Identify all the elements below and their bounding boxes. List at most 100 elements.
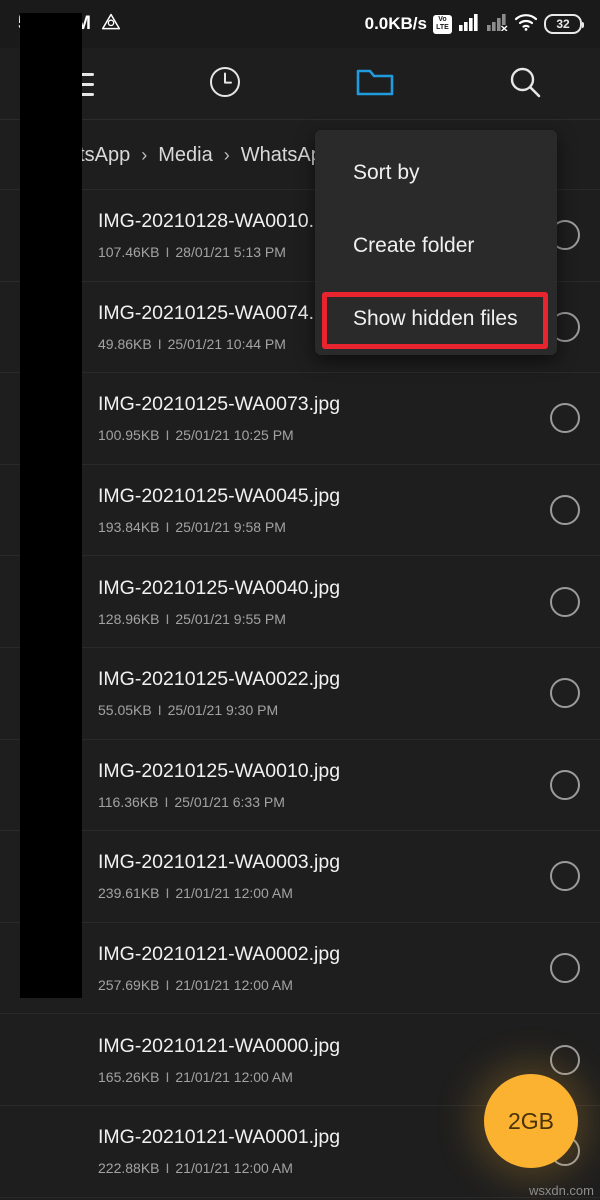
status-bar-right: 0.0KB/s Vo LTE 32 — [364, 13, 584, 36]
file-size: 257.69KB — [98, 977, 160, 994]
search-icon — [507, 64, 543, 105]
meta-separator: I — [165, 977, 170, 994]
file-name: IMG-20210125-WA0073.jpg — [98, 393, 341, 416]
file-row[interactable]: IMG-20210125-WA0040.jpg 128.96KB I 25/01/21… — [0, 556, 600, 648]
battery-indicator: 32 — [544, 14, 584, 34]
file-date: 25/01/21 9:58 PM — [175, 519, 286, 536]
file-date: 25/01/21 9:55 PM — [175, 610, 286, 627]
file-manager-screen: 5:36 PM 0.0KB/s Vo LTE — [0, 0, 600, 1200]
file-meta: 128.96KB I 25/01/21 9:55 PM — [98, 611, 536, 627]
chevron-right-icon: › — [141, 144, 148, 165]
folder-tab-button[interactable] — [300, 48, 450, 120]
file-row-texts: IMG-20210121-WA0003.jpg 239.61KB I 21/01/21… — [98, 851, 536, 901]
file-meta: 55.05KB I 25/01/21 9:30 PM — [98, 702, 536, 718]
volte-icon: Vo LTE — [433, 14, 452, 34]
file-name: IMG-20210125-WA0040.jpg — [98, 576, 341, 599]
file-date: 25/01/21 10:44 PM — [167, 335, 286, 352]
file-row[interactable]: IMG-20210125-WA0022.jpg 55.05KB I 25/01/21 … — [0, 648, 600, 740]
meta-separator: I — [165, 519, 170, 536]
folder-icon — [355, 65, 395, 104]
file-row[interactable]: IMG-20210125-WA0010.jpg 116.36KB I 25/01/21… — [0, 740, 600, 832]
volte-top: Vo — [438, 16, 447, 23]
file-row[interactable]: IMG-20210125-WA0045.jpg 193.84KB I 25/01/21… — [0, 465, 600, 557]
menu-item-show-hidden-files[interactable]: Show hidden files — [315, 282, 557, 355]
signal-bars-icon — [458, 13, 480, 36]
menu-item-create-folder[interactable]: Create folder — [315, 209, 557, 282]
file-select-radio[interactable] — [550, 769, 580, 800]
menu-item-label: Show hidden files — [353, 306, 518, 330]
search-button[interactable] — [450, 48, 600, 120]
file-row-texts: IMG-20210121-WA0000.jpg 165.26KB I 21/01/21… — [98, 1035, 536, 1085]
volte-bottom: LTE — [436, 24, 449, 31]
file-name: IMG-20210121-WA0003.jpg — [98, 851, 341, 874]
file-size: 239.61KB — [98, 885, 160, 902]
file-size: 193.84KB — [98, 519, 160, 536]
menu-item-sort-by[interactable]: Sort by — [315, 136, 557, 209]
file-row[interactable]: IMG-20210121-WA0003.jpg 239.61KB I 21/01/21… — [0, 831, 600, 923]
file-meta: 100.95KB I 25/01/21 10:25 PM — [98, 427, 536, 443]
file-row-texts: IMG-20210125-WA0040.jpg 128.96KB I 25/01/21… — [98, 577, 536, 627]
menu-item-label: Sort by — [353, 160, 420, 184]
file-size: 165.26KB — [98, 1068, 160, 1085]
storage-fab-button[interactable]: 2GB — [484, 1074, 578, 1168]
file-row-texts: IMG-20210121-WA0001.jpg 222.88KB I 21/01/21… — [98, 1126, 536, 1176]
file-name: IMG-20210125-WA0045.jpg — [98, 485, 341, 508]
file-name: IMG-20210121-WA0001.jpg — [98, 1126, 341, 1149]
file-date: 21/01/21 12:00 AM — [175, 1160, 293, 1177]
file-size: 55.05KB — [98, 702, 152, 719]
file-name: IMG-20210125-WA0010.jpg — [98, 759, 341, 782]
file-row-texts: IMG-20210121-WA0002.jpg 257.69KB I 21/01/21… — [98, 943, 536, 993]
meta-separator: I — [165, 427, 170, 444]
file-row-texts: IMG-20210125-WA0010.jpg 116.36KB I 25/01/21… — [98, 760, 536, 810]
file-meta: 193.84KB I 25/01/21 9:58 PM — [98, 519, 536, 535]
file-row-texts: IMG-20210125-WA0022.jpg 55.05KB I 25/01/21 … — [98, 668, 536, 718]
meta-separator: I — [157, 335, 162, 352]
meta-separator: I — [165, 885, 170, 902]
meta-separator: I — [165, 244, 170, 261]
file-size: 107.46KB — [98, 244, 160, 261]
file-size: 49.86KB — [98, 335, 152, 352]
redacted-thumbnail-strip — [20, 13, 82, 998]
file-select-radio[interactable] — [550, 495, 580, 526]
file-row[interactable]: IMG-20210121-WA0002.jpg 257.69KB I 21/01/21… — [0, 923, 600, 1015]
file-size: 222.88KB — [98, 1160, 160, 1177]
file-date: 21/01/21 12:00 AM — [175, 885, 293, 902]
file-size: 100.95KB — [98, 427, 160, 444]
meta-separator: I — [165, 1068, 170, 1085]
signal-bars-disabled-icon — [486, 13, 508, 36]
file-name: IMG-20210121-WA0002.jpg — [98, 943, 341, 966]
file-meta: 257.69KB I 21/01/21 12:00 AM — [98, 977, 536, 993]
clock-icon — [208, 65, 242, 104]
network-speed: 0.0KB/s — [364, 14, 427, 33]
file-date: 21/01/21 12:00 AM — [175, 977, 293, 994]
meta-separator: I — [164, 793, 169, 810]
file-name: IMG-20210125-WA0022.jpg — [98, 668, 341, 691]
meta-separator: I — [165, 610, 170, 627]
storage-fab-label: 2GB — [507, 1107, 555, 1134]
file-row[interactable]: IMG-20210125-WA0073.jpg 100.95KB I 25/01/21… — [0, 373, 600, 465]
breadcrumb-item-1[interactable]: Media — [158, 144, 212, 167]
file-select-radio[interactable] — [550, 1044, 580, 1075]
file-select-radio[interactable] — [550, 586, 580, 617]
file-row-texts: IMG-20210125-WA0045.jpg 193.84KB I 25/01/21… — [98, 485, 536, 535]
file-select-radio[interactable] — [550, 861, 580, 892]
recent-tab-button[interactable] — [150, 48, 300, 120]
overflow-menu[interactable]: Sort by Create folder Show hidden files — [315, 130, 557, 355]
status-bar: 5:36 PM 0.0KB/s Vo LTE — [0, 0, 600, 48]
file-select-radio[interactable] — [550, 403, 580, 434]
wifi-icon — [514, 13, 538, 36]
file-meta: 239.61KB I 21/01/21 12:00 AM — [98, 885, 536, 901]
file-date: 28/01/21 5:13 PM — [175, 244, 286, 261]
battery-level: 32 — [556, 17, 570, 31]
file-select-radio[interactable] — [550, 953, 580, 984]
chevron-right-icon: › — [223, 144, 230, 165]
triangle-drive-icon — [101, 12, 121, 37]
file-date: 25/01/21 10:25 PM — [175, 427, 294, 444]
file-select-radio[interactable] — [550, 678, 580, 709]
file-meta: 222.88KB I 21/01/21 12:00 AM — [98, 1160, 536, 1176]
file-meta: 116.36KB I 25/01/21 6:33 PM — [98, 794, 536, 810]
file-size: 116.36KB — [98, 793, 159, 810]
file-date: 25/01/21 6:33 PM — [174, 793, 285, 810]
top-toolbar — [0, 48, 600, 120]
file-date: 21/01/21 12:00 AM — [175, 1068, 293, 1085]
